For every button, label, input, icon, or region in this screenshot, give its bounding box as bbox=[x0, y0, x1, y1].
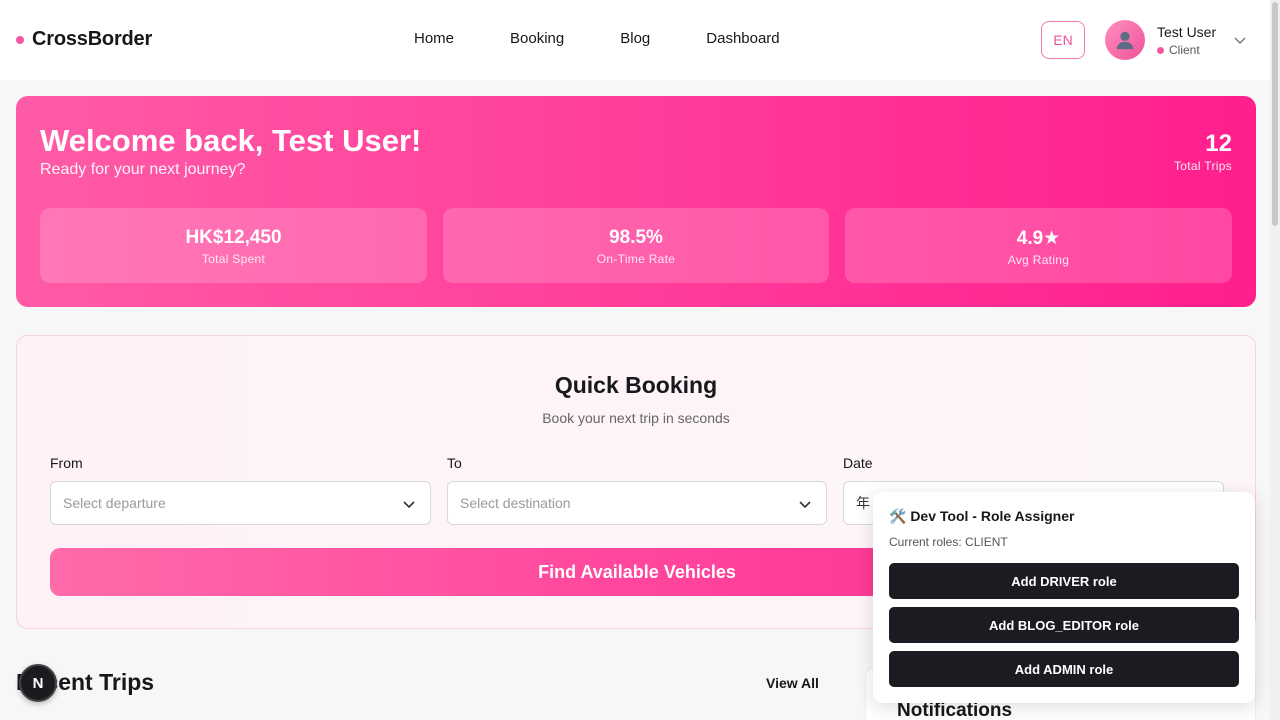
nav-blog[interactable]: Blog bbox=[592, 30, 678, 47]
total-trips-value: 12 bbox=[1205, 130, 1232, 157]
quick-booking-subtitle: Book your next trip in seconds bbox=[542, 410, 730, 426]
nextjs-devtools-button[interactable]: N bbox=[19, 664, 57, 702]
notifications-title: Notifications bbox=[897, 700, 1013, 720]
stat-card-avg-rating: 4.9★ Avg Rating bbox=[845, 208, 1232, 283]
to-placeholder: Select destination bbox=[460, 495, 571, 511]
user-role-label: Client bbox=[1169, 43, 1200, 57]
date-label: Date bbox=[843, 455, 873, 471]
dev-tool-title: 🛠️ Dev Tool - Role Assigner bbox=[889, 508, 1075, 524]
stat-value: 98.5% bbox=[609, 227, 663, 248]
welcome-heading: Welcome back, Test User! bbox=[40, 123, 422, 158]
date-value: 年 bbox=[856, 495, 870, 511]
stat-label: Total Spent bbox=[201, 252, 266, 266]
chevron-down-icon[interactable] bbox=[1233, 33, 1247, 47]
add-driver-role-button[interactable]: Add DRIVER role bbox=[889, 563, 1239, 599]
brand-logo[interactable]: CrossBorder bbox=[16, 28, 152, 51]
total-trips-label: Total Trips bbox=[1174, 159, 1232, 173]
from-placeholder: Select departure bbox=[63, 495, 166, 511]
to-select[interactable]: Select destination bbox=[447, 481, 827, 525]
nav-dashboard[interactable]: Dashboard bbox=[678, 30, 807, 47]
nav-home[interactable]: Home bbox=[386, 30, 482, 47]
user-icon bbox=[1116, 31, 1134, 50]
brand-dot-icon bbox=[16, 35, 24, 44]
chevron-down-icon bbox=[799, 501, 811, 509]
chevron-down-icon bbox=[403, 501, 415, 509]
stat-card-total-spent: HK$12,450 Total Spent bbox=[40, 208, 427, 283]
user-avatar[interactable] bbox=[1105, 20, 1145, 60]
main-nav: Home Booking Blog Dashboard bbox=[386, 30, 808, 47]
welcome-banner: Welcome back, Test User! Ready for your … bbox=[16, 96, 1256, 307]
scrollbar-thumb[interactable] bbox=[1272, 2, 1278, 226]
top-navbar: CrossBorder Home Booking Blog Dashboard … bbox=[0, 0, 1270, 80]
nav-booking[interactable]: Booking bbox=[482, 30, 592, 47]
brand-name: CrossBorder bbox=[32, 28, 153, 50]
stat-label: On-Time Rate bbox=[596, 252, 676, 266]
user-name[interactable]: Test User bbox=[1157, 24, 1216, 40]
user-role: Client bbox=[1157, 43, 1200, 57]
stat-value: 4.9★ bbox=[1016, 228, 1061, 249]
stat-value: HK$12,450 bbox=[185, 227, 282, 248]
language-button[interactable]: EN bbox=[1041, 21, 1085, 59]
to-label: To bbox=[447, 455, 462, 471]
from-select[interactable]: Select departure bbox=[50, 481, 431, 525]
from-label: From bbox=[50, 455, 83, 471]
dev-tool-panel: 🛠️ Dev Tool - Role Assigner Current role… bbox=[873, 492, 1255, 703]
stat-label: Avg Rating bbox=[1007, 253, 1070, 267]
role-dot-icon bbox=[1157, 46, 1164, 54]
stat-card-on-time-rate: 98.5% On-Time Rate bbox=[443, 208, 829, 283]
add-blog-editor-role-button[interactable]: Add BLOG_EDITOR role bbox=[889, 607, 1239, 643]
welcome-subtitle: Ready for your next journey? bbox=[40, 161, 246, 178]
view-all-link[interactable]: View All bbox=[766, 675, 819, 691]
quick-booking-title: Quick Booking bbox=[554, 372, 718, 398]
add-admin-role-button[interactable]: Add ADMIN role bbox=[889, 651, 1239, 687]
current-roles: Current roles: CLIENT bbox=[889, 535, 1008, 549]
page-scrollbar[interactable] bbox=[1270, 0, 1280, 720]
